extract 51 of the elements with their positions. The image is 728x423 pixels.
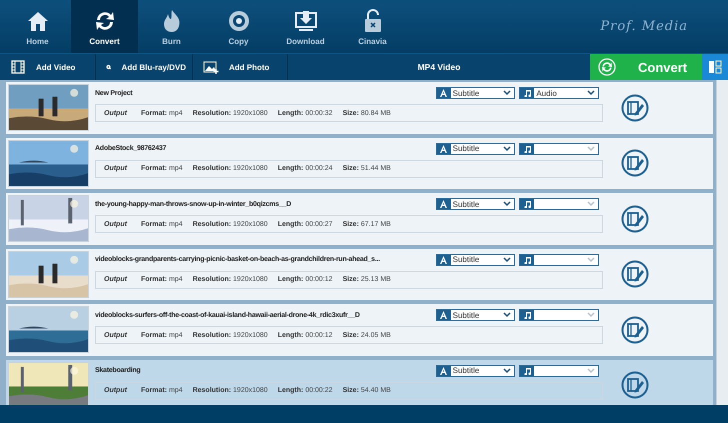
subtitle-select[interactable]: Subtitle xyxy=(436,254,516,266)
chevron-down-icon xyxy=(587,312,595,318)
profile-selector[interactable]: MP4 Video xyxy=(288,54,590,80)
logo: Prof. Media xyxy=(600,19,688,34)
layout-button[interactable] xyxy=(702,54,728,80)
edit-video-icon[interactable] xyxy=(621,316,649,344)
chevron-down-icon xyxy=(587,256,595,262)
font-icon xyxy=(439,256,448,264)
chevron-down-icon xyxy=(503,312,512,318)
font-icon xyxy=(439,89,448,97)
film-icon xyxy=(10,60,26,74)
chevron-down-icon xyxy=(587,201,595,207)
nav-tab[interactable]: Copy xyxy=(205,0,272,53)
audio-select[interactable]: Audio xyxy=(519,87,599,99)
chevron-down-icon xyxy=(503,146,512,152)
music-note-icon xyxy=(522,200,532,208)
chevron-down-icon xyxy=(587,368,595,374)
photo-add-icon xyxy=(203,60,219,74)
layout-icon xyxy=(708,60,722,74)
subtitle-select[interactable]: Subtitle xyxy=(436,142,516,154)
edit-video-icon[interactable] xyxy=(621,204,649,233)
music-note-icon xyxy=(522,89,532,97)
music-note-icon xyxy=(522,256,532,264)
scrollbar[interactable] xyxy=(716,80,728,405)
nav-tab[interactable]: Home xyxy=(4,0,71,53)
edit-video-icon[interactable] xyxy=(621,371,649,400)
edit-video-icon[interactable] xyxy=(621,94,649,122)
font-icon xyxy=(439,366,448,374)
chevron-down-icon xyxy=(503,368,512,374)
font-icon xyxy=(439,200,448,208)
chevron-down-icon xyxy=(503,256,512,262)
music-note-icon xyxy=(522,366,532,374)
music-note-icon xyxy=(522,144,532,152)
chevron-down-icon xyxy=(503,90,512,96)
edit-video-icon[interactable] xyxy=(621,260,649,288)
nav-tab[interactable]: Burn xyxy=(138,0,205,53)
chevron-down-icon xyxy=(503,201,512,207)
font-icon xyxy=(439,144,448,152)
nav-tab[interactable]: Cinavia xyxy=(339,0,406,53)
chevron-down-icon xyxy=(587,146,595,152)
subtitle-select[interactable]: Subtitle xyxy=(436,198,516,210)
refresh-icon xyxy=(598,58,616,76)
nav-tab[interactable]: Convert xyxy=(71,0,138,53)
subtitle-select[interactable]: Subtitle xyxy=(436,364,516,376)
font-icon xyxy=(439,311,448,319)
chevron-down-icon xyxy=(587,90,595,96)
subtitle-select[interactable]: Subtitle xyxy=(436,309,516,321)
nav-tab[interactable]: Download xyxy=(272,0,339,53)
subtitle-select[interactable]: Subtitle xyxy=(436,87,516,99)
edit-video-icon[interactable] xyxy=(621,149,649,178)
music-note-icon xyxy=(522,311,532,319)
